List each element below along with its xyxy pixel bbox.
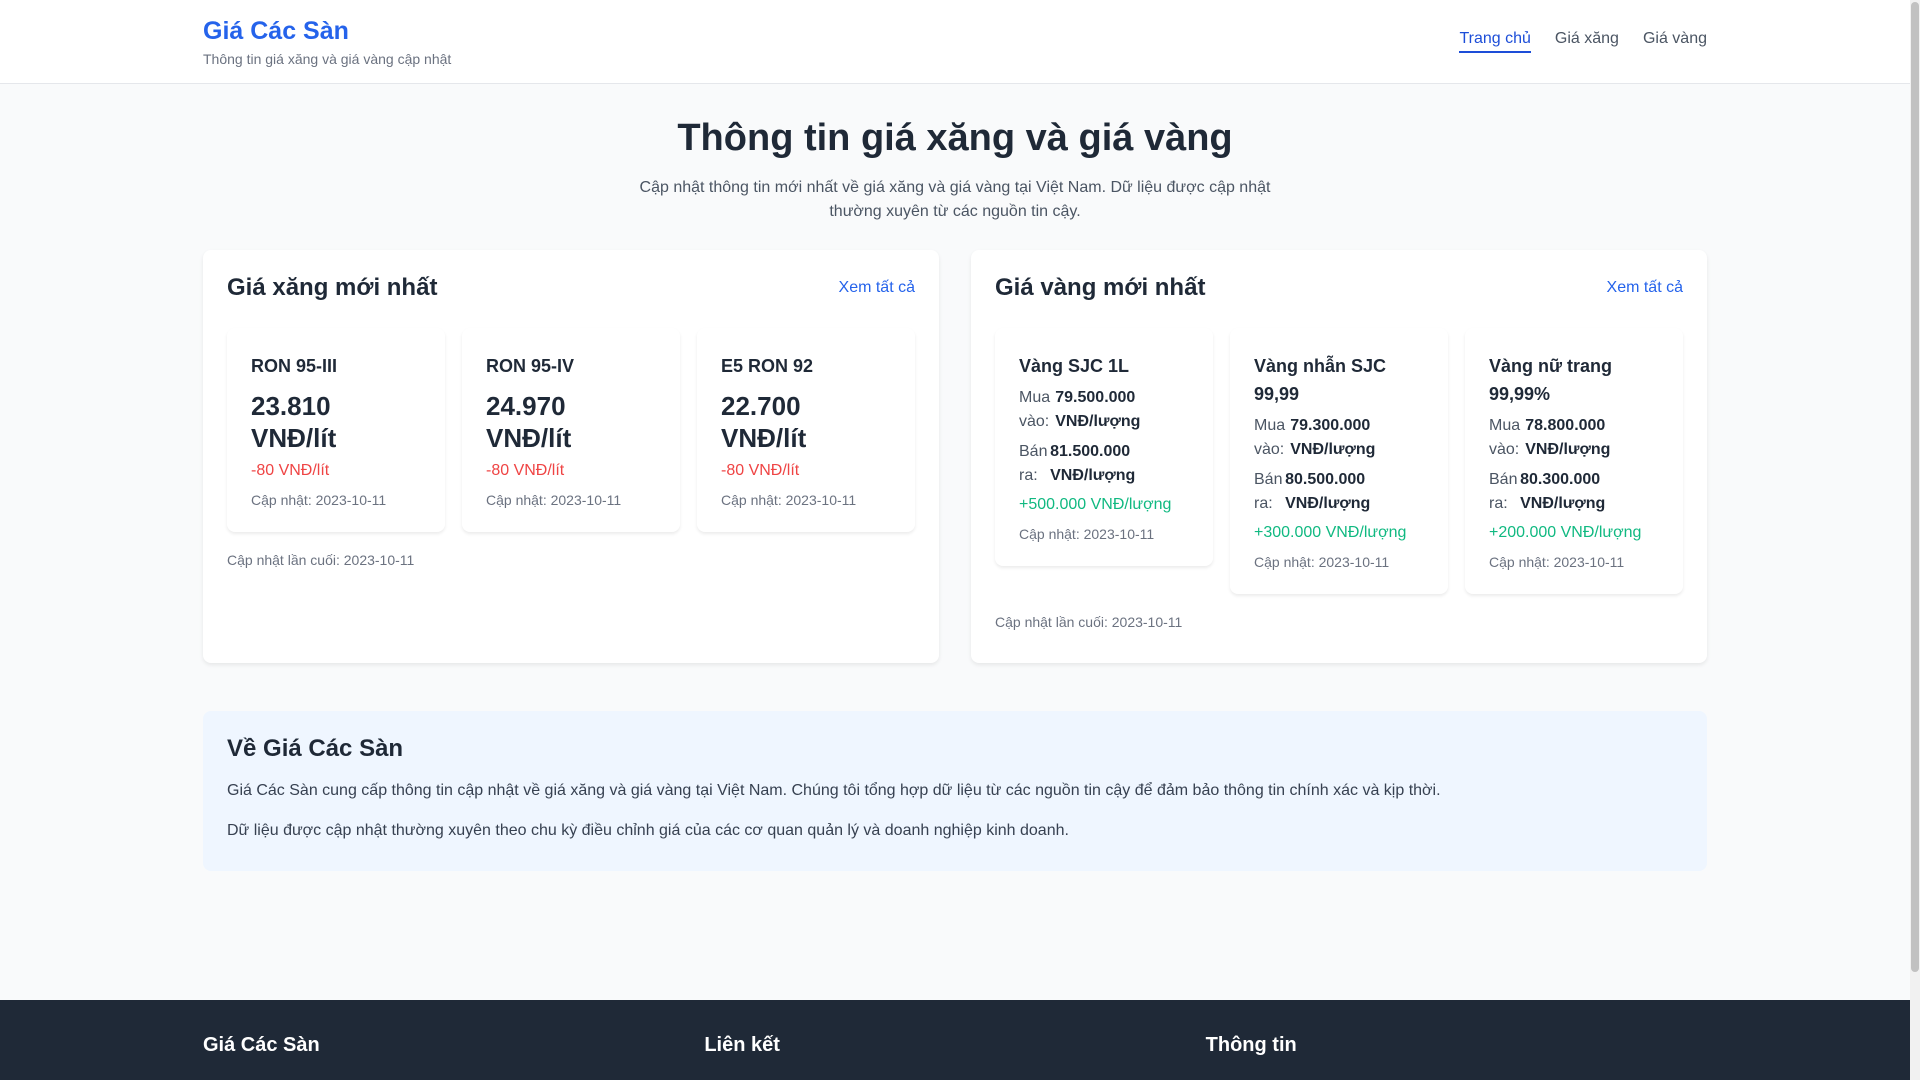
scrollbar[interactable] bbox=[1910, 0, 1920, 1080]
fuel-price: 24.970 VNĐ/lít bbox=[486, 391, 572, 453]
footer-col-brand: Giá Các Sàn bbox=[203, 1034, 320, 1056]
gold-buy-row: Mua vào: 79.300.000 VNĐ/lượng bbox=[1254, 414, 1424, 462]
price-cards: Giá xăng mới nhất Xem tất cả RON 95-III … bbox=[203, 250, 1707, 663]
nav-link-gold[interactable]: Giá vàng bbox=[1643, 30, 1707, 53]
fuel-card-title: Giá xăng mới nhất bbox=[227, 274, 438, 301]
brand-subtitle: Thông tin giá xăng và giá vàng cập nhật bbox=[203, 51, 452, 67]
buy-value: 79.500.000 VNĐ/lượng bbox=[1055, 389, 1141, 430]
page-title: Thông tin giá xăng và giá vàng bbox=[677, 117, 1233, 159]
brand-title[interactable]: Giá Các Sàn bbox=[203, 16, 451, 46]
fuel-items: RON 95-III 23.810 VNĐ/lít -80 VNĐ/lít Cậ… bbox=[227, 328, 915, 532]
page: Giá Các Sàn Thông tin giá xăng và giá và… bbox=[0, 0, 1910, 1080]
main-content: Thông tin giá xăng và giá vàng Cập nhật … bbox=[203, 84, 1707, 871]
gold-card-title: Giá vàng mới nhất bbox=[995, 274, 1206, 301]
about-section: Về Giá Các Sàn Giá Các Sàn cung cấp thôn… bbox=[203, 711, 1707, 871]
gold-change: +300.000 VNĐ/lượng bbox=[1254, 524, 1407, 541]
sell-label: Bán ra: bbox=[1489, 471, 1518, 512]
fuel-change: -80 VNĐ/lít bbox=[251, 462, 330, 479]
gold-view-all-link[interactable]: Xem tất cả bbox=[1607, 279, 1683, 297]
gold-last-update: Cập nhật lần cuối: 2023-10-11 bbox=[995, 614, 1183, 630]
gold-item: Vàng nữ trang 99,99% Mua vào: 78.800.000… bbox=[1465, 328, 1683, 594]
fuel-price: 23.810 VNĐ/lít bbox=[251, 391, 337, 453]
brand[interactable]: Giá Các Sàn Thông tin giá xăng và giá và… bbox=[203, 16, 451, 67]
buy-value: 78.800.000 VNĐ/lượng bbox=[1525, 417, 1611, 458]
buy-label: Mua vào: bbox=[1019, 389, 1051, 430]
gold-buy-row: Mua vào: 79.500.000 VNĐ/lượng bbox=[1019, 386, 1189, 434]
buy-label: Mua vào: bbox=[1489, 417, 1521, 458]
gold-sell-row: Bán ra: 80.300.000 VNĐ/lượng bbox=[1489, 468, 1659, 516]
gold-updated: Cập nhật: 2023-10-11 bbox=[1489, 554, 1625, 570]
fuel-name: E5 RON 92 bbox=[721, 356, 814, 376]
fuel-price: 22.700 VNĐ/lít bbox=[721, 391, 807, 453]
site-header: Giá Các Sàn Thông tin giá xăng và giá và… bbox=[0, 0, 1910, 84]
fuel-updated: Cập nhật: 2023-10-11 bbox=[251, 492, 387, 508]
fuel-item: RON 95-IV 24.970 VNĐ/lít -80 VNĐ/lít Cập… bbox=[462, 328, 680, 532]
fuel-name: RON 95-IV bbox=[486, 356, 575, 376]
about-paragraph: Dữ liệu được cập nhật thường xuyên theo … bbox=[227, 822, 1069, 839]
gold-change: +500.000 VNĐ/lượng bbox=[1019, 496, 1172, 513]
fuel-change: -80 VNĐ/lít bbox=[486, 462, 565, 479]
fuel-price-card: Giá xăng mới nhất Xem tất cả RON 95-III … bbox=[203, 250, 939, 663]
scrollbar-thumb[interactable] bbox=[1911, 2, 1919, 972]
gold-buy-row: Mua vào: 78.800.000 VNĐ/lượng bbox=[1489, 414, 1659, 462]
nav-link-home[interactable]: Trang chủ bbox=[1459, 30, 1531, 53]
about-paragraph: Giá Các Sàn cung cấp thông tin cập nhật … bbox=[227, 782, 1441, 799]
sell-value: 80.300.000 VNĐ/lượng bbox=[1520, 471, 1606, 512]
gold-name: Vàng nhẫn SJC 99,99 bbox=[1254, 356, 1387, 404]
footer-col-info: Thông tin bbox=[1205, 1034, 1297, 1056]
gold-sell-row: Bán ra: 81.500.000 VNĐ/lượng bbox=[1019, 440, 1189, 488]
fuel-view-all-link[interactable]: Xem tất cả bbox=[839, 279, 915, 297]
gold-name: Vàng nữ trang 99,99% bbox=[1489, 356, 1613, 404]
sell-value: 81.500.000 VNĐ/lượng bbox=[1050, 443, 1136, 484]
fuel-last-update: Cập nhật lần cuối: 2023-10-11 bbox=[227, 552, 415, 568]
nav-link-fuel[interactable]: Giá xăng bbox=[1555, 30, 1619, 53]
footer-col-links: Liên kết bbox=[704, 1034, 780, 1056]
sell-value: 80.500.000 VNĐ/lượng bbox=[1285, 471, 1371, 512]
sell-label: Bán ra: bbox=[1019, 443, 1048, 484]
hero: Thông tin giá xăng và giá vàng Cập nhật … bbox=[203, 84, 1707, 224]
buy-value: 79.300.000 VNĐ/lượng bbox=[1290, 417, 1376, 458]
gold-sell-row: Bán ra: 80.500.000 VNĐ/lượng bbox=[1254, 468, 1424, 516]
fuel-updated: Cập nhật: 2023-10-11 bbox=[486, 492, 622, 508]
fuel-item: E5 RON 92 22.700 VNĐ/lít -80 VNĐ/lít Cập… bbox=[697, 328, 915, 532]
about-title: Về Giá Các Sàn bbox=[227, 735, 404, 762]
main-nav: Trang chủ Giá xăng Giá vàng bbox=[1459, 30, 1707, 53]
buy-label: Mua vào: bbox=[1254, 417, 1286, 458]
sell-label: Bán ra: bbox=[1254, 471, 1283, 512]
fuel-updated: Cập nhật: 2023-10-11 bbox=[721, 492, 857, 508]
gold-name: Vàng SJC 1L bbox=[1019, 356, 1130, 376]
gold-updated: Cập nhật: 2023-10-11 bbox=[1254, 554, 1390, 570]
site-footer: Giá Các Sàn Liên kết Thông tin bbox=[0, 1000, 1910, 1080]
gold-item: Vàng nhẫn SJC 99,99 Mua vào: 79.300.000 … bbox=[1230, 328, 1448, 594]
gold-items: Vàng SJC 1L Mua vào: 79.500.000 VNĐ/lượn… bbox=[995, 328, 1683, 594]
fuel-item: RON 95-III 23.810 VNĐ/lít -80 VNĐ/lít Cậ… bbox=[227, 328, 445, 532]
gold-updated: Cập nhật: 2023-10-11 bbox=[1019, 526, 1155, 542]
gold-price-card: Giá vàng mới nhất Xem tất cả Vàng SJC 1L… bbox=[971, 250, 1707, 663]
fuel-name: RON 95-III bbox=[251, 356, 338, 376]
fuel-change: -80 VNĐ/lít bbox=[721, 462, 800, 479]
gold-change: +200.000 VNĐ/lượng bbox=[1489, 524, 1642, 541]
gold-item: Vàng SJC 1L Mua vào: 79.500.000 VNĐ/lượn… bbox=[995, 328, 1213, 566]
hero-description: Cập nhật thông tin mới nhất về giá xăng … bbox=[639, 179, 1271, 220]
